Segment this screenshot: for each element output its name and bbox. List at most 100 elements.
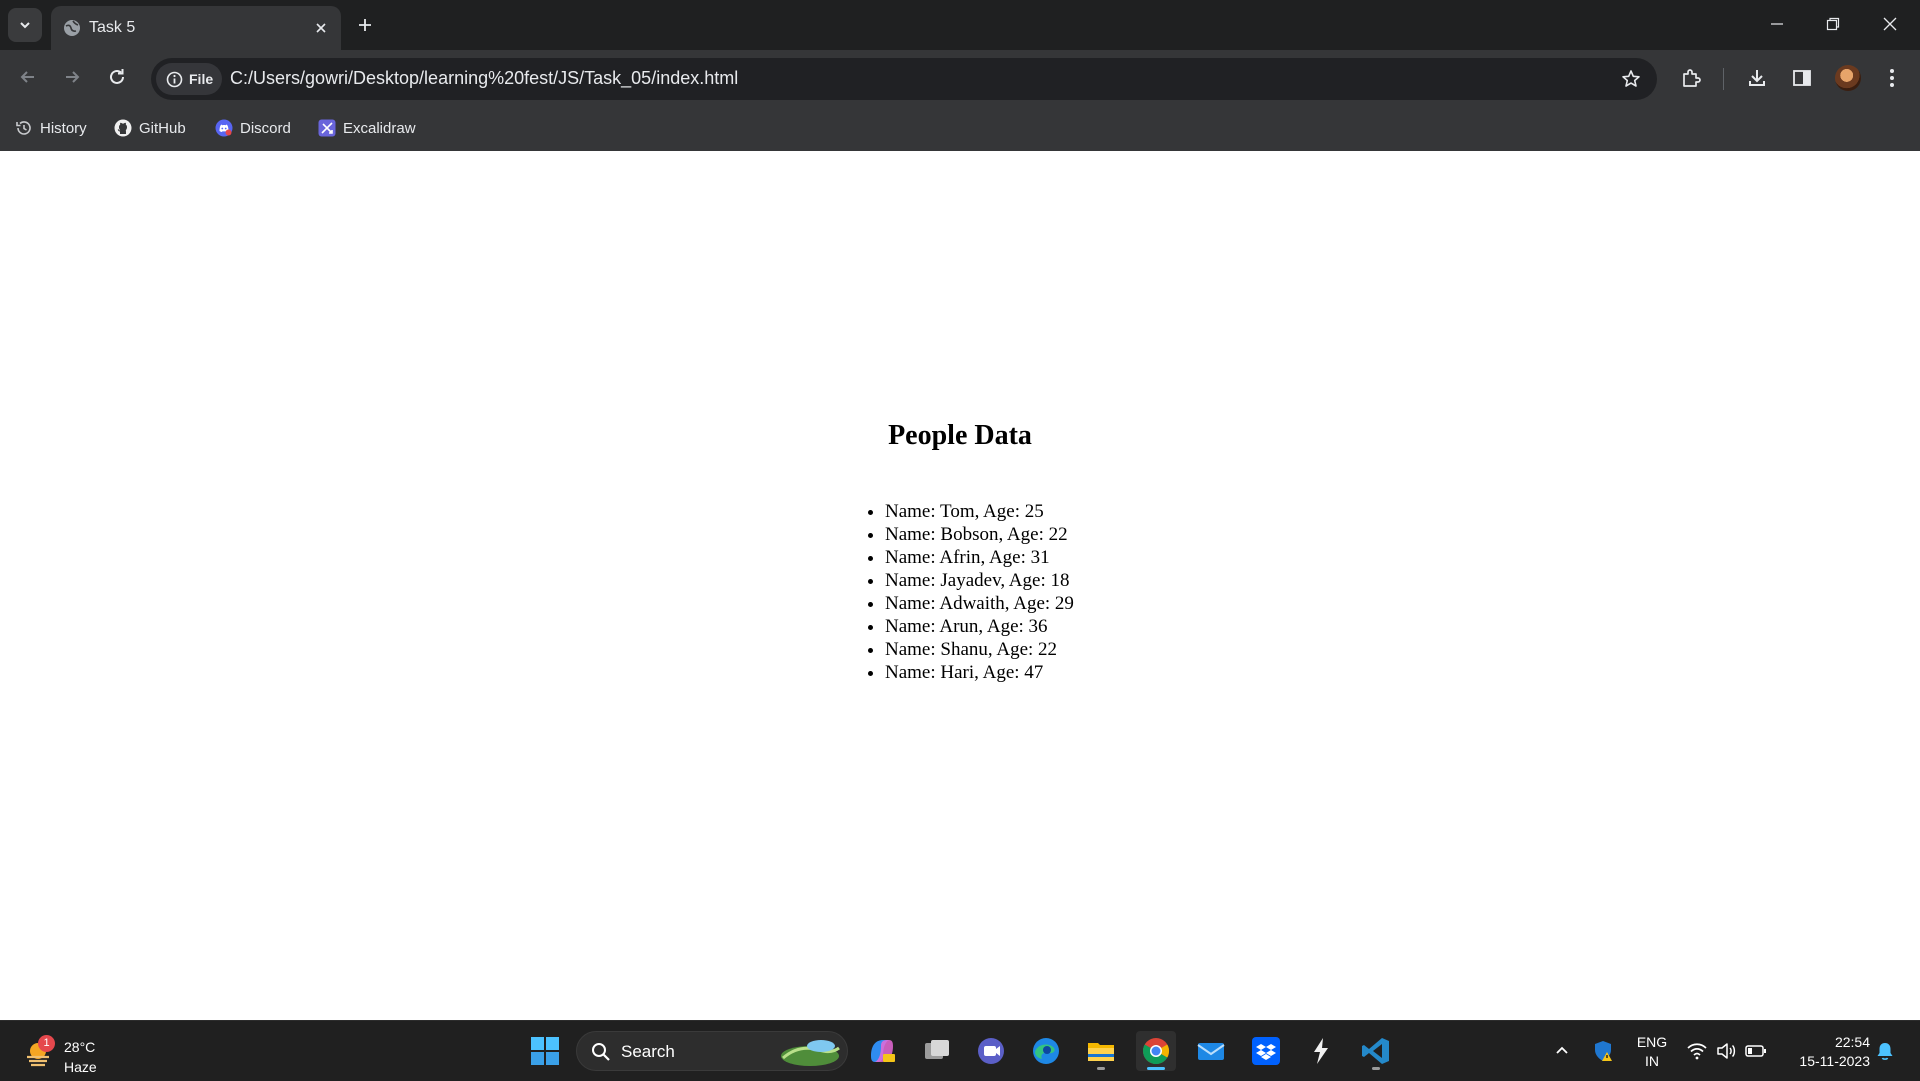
list-item: Name: Jayadev, Age: 18 (885, 569, 1074, 592)
reload-icon (110, 69, 124, 84)
bookmark-history[interactable]: History (15, 115, 87, 141)
weather-widget[interactable]: 1 28°C Haze (22, 1029, 132, 1075)
weather-temperature: 28°C (64, 1039, 96, 1055)
puzzle-icon (1683, 69, 1701, 87)
github-icon (114, 119, 132, 137)
search-highlight-icon (781, 1040, 840, 1066)
search-label: Search (621, 1042, 675, 1061)
forward-button[interactable] (54, 59, 90, 95)
system-clock[interactable]: 22:54 15-11-2023 (1780, 1033, 1870, 1071)
tab-close-button[interactable] (311, 18, 331, 38)
list-item: Name: Afrin, Age: 31 (885, 546, 1074, 569)
back-button[interactable] (10, 59, 46, 95)
list-item: Name: Adwaith, Age: 29 (885, 592, 1074, 615)
task-view-icon (925, 1040, 949, 1059)
restore-icon (1826, 17, 1840, 31)
minimize-button[interactable] (1754, 6, 1800, 42)
taskbar-edge[interactable] (1026, 1031, 1066, 1071)
bookmark-label: GitHub (139, 119, 186, 137)
notifications-button[interactable] (1873, 1039, 1897, 1063)
tray-volume[interactable] (1714, 1039, 1738, 1063)
taskbar-search[interactable]: Search (576, 1031, 848, 1071)
teams-icon (978, 1038, 1004, 1064)
extensions-button[interactable] (1677, 64, 1705, 92)
tab-title: Task 5 (89, 19, 136, 36)
new-tab-button[interactable] (352, 12, 378, 38)
list-item: Name: Bobson, Age: 22 (885, 523, 1074, 546)
dropbox-icon (1252, 1037, 1280, 1065)
taskbar: 1 28°C Haze Search ENG IN 22:54 15-11-20… (0, 1020, 1920, 1081)
taskbar-vscode[interactable] (1356, 1031, 1396, 1071)
taskbar-dropbox[interactable] (1246, 1031, 1286, 1071)
copilot-icon (871, 1040, 895, 1062)
address-bar[interactable]: File C:/Users/gowri/Desktop/learning%20f… (151, 58, 1657, 100)
people-list: Name: Tom, Age: 25 Name: Bobson, Age: 22… (885, 500, 1074, 684)
taskbar-teams[interactable] (971, 1031, 1011, 1071)
input-language-indicator[interactable]: ENG IN (1634, 1033, 1670, 1071)
taskbar-copilot[interactable] (862, 1031, 902, 1071)
web-page: People Data Name: Tom, Age: 25 Name: Bob… (0, 151, 1920, 1020)
notification-badge: 1 (38, 1035, 55, 1052)
battery-icon (1745, 1045, 1766, 1057)
bookmark-label: Excalidraw (343, 119, 416, 137)
url-text[interactable]: C:/Users/gowri/Desktop/learning%20fest/J… (230, 68, 738, 89)
page-title: People Data (888, 420, 1032, 451)
taskbar-task-view[interactable] (917, 1031, 957, 1071)
mail-icon (1197, 1043, 1225, 1060)
download-icon (1749, 70, 1765, 86)
bookmark-star-button[interactable] (1619, 67, 1643, 91)
history-icon (15, 119, 33, 137)
show-hidden-icons-button[interactable] (1550, 1039, 1574, 1063)
browser-menu-button[interactable] (1878, 64, 1906, 92)
clock-time: 22:54 (1834, 1034, 1870, 1050)
windows-start-icon (531, 1037, 559, 1065)
taskbar-lightning-app[interactable] (1301, 1031, 1341, 1071)
taskbar-file-explorer[interactable] (1081, 1031, 1121, 1071)
list-item: Name: Shanu, Age: 22 (885, 638, 1074, 661)
chevron-down-icon (20, 22, 30, 29)
bookmark-discord[interactable]: Discord (215, 115, 291, 141)
downloads-button[interactable] (1743, 64, 1771, 92)
close-icon (316, 23, 326, 33)
edge-icon (1033, 1038, 1059, 1064)
tab-strip: Task 5 (0, 0, 1920, 50)
tab-active[interactable]: Task 5 (51, 6, 341, 50)
side-panel-button[interactable] (1788, 64, 1816, 92)
tray-wifi[interactable] (1685, 1039, 1709, 1063)
bookmark-github[interactable]: GitHub (114, 115, 186, 141)
info-icon (166, 71, 183, 87)
minimize-icon (1771, 23, 1783, 25)
tray-battery[interactable] (1744, 1039, 1768, 1063)
tab-search-button[interactable] (8, 8, 42, 42)
discord-icon (215, 119, 233, 137)
clock-date: 15-11-2023 (1799, 1053, 1870, 1069)
vscode-icon (1362, 1038, 1389, 1064)
language-code: ENG (1636, 1034, 1668, 1050)
restore-button[interactable] (1810, 6, 1856, 42)
close-icon (1883, 17, 1897, 31)
profile-avatar[interactable] (1835, 65, 1861, 91)
reload-button[interactable] (99, 59, 135, 95)
search-icon (592, 1043, 610, 1061)
running-indicator (1372, 1067, 1380, 1070)
chevron-up-icon (1556, 1046, 1568, 1054)
plus-icon (359, 19, 371, 31)
list-item: Name: Arun, Age: 36 (885, 615, 1074, 638)
taskbar-chrome[interactable] (1136, 1031, 1176, 1071)
start-button[interactable] (525, 1031, 565, 1071)
bookmark-excalidraw[interactable]: Excalidraw (318, 115, 416, 141)
tray-security[interactable] (1591, 1039, 1615, 1063)
bookmarks-bar: History GitHub Discord Excalidraw (0, 107, 1920, 152)
toolbar-divider (1723, 68, 1724, 90)
lightning-app-icon (1314, 1038, 1328, 1064)
star-icon (1622, 70, 1640, 87)
list-item: Name: Tom, Age: 25 (885, 500, 1074, 523)
taskbar-mail[interactable] (1191, 1031, 1231, 1071)
more-vertical-icon (1890, 69, 1894, 87)
site-info-chip[interactable]: File (156, 63, 222, 95)
close-window-button[interactable] (1867, 6, 1913, 42)
shield-warning-icon (1595, 1041, 1612, 1061)
active-indicator (1147, 1067, 1165, 1070)
chrome-icon (1142, 1038, 1170, 1065)
bookmark-label: History (40, 119, 87, 137)
